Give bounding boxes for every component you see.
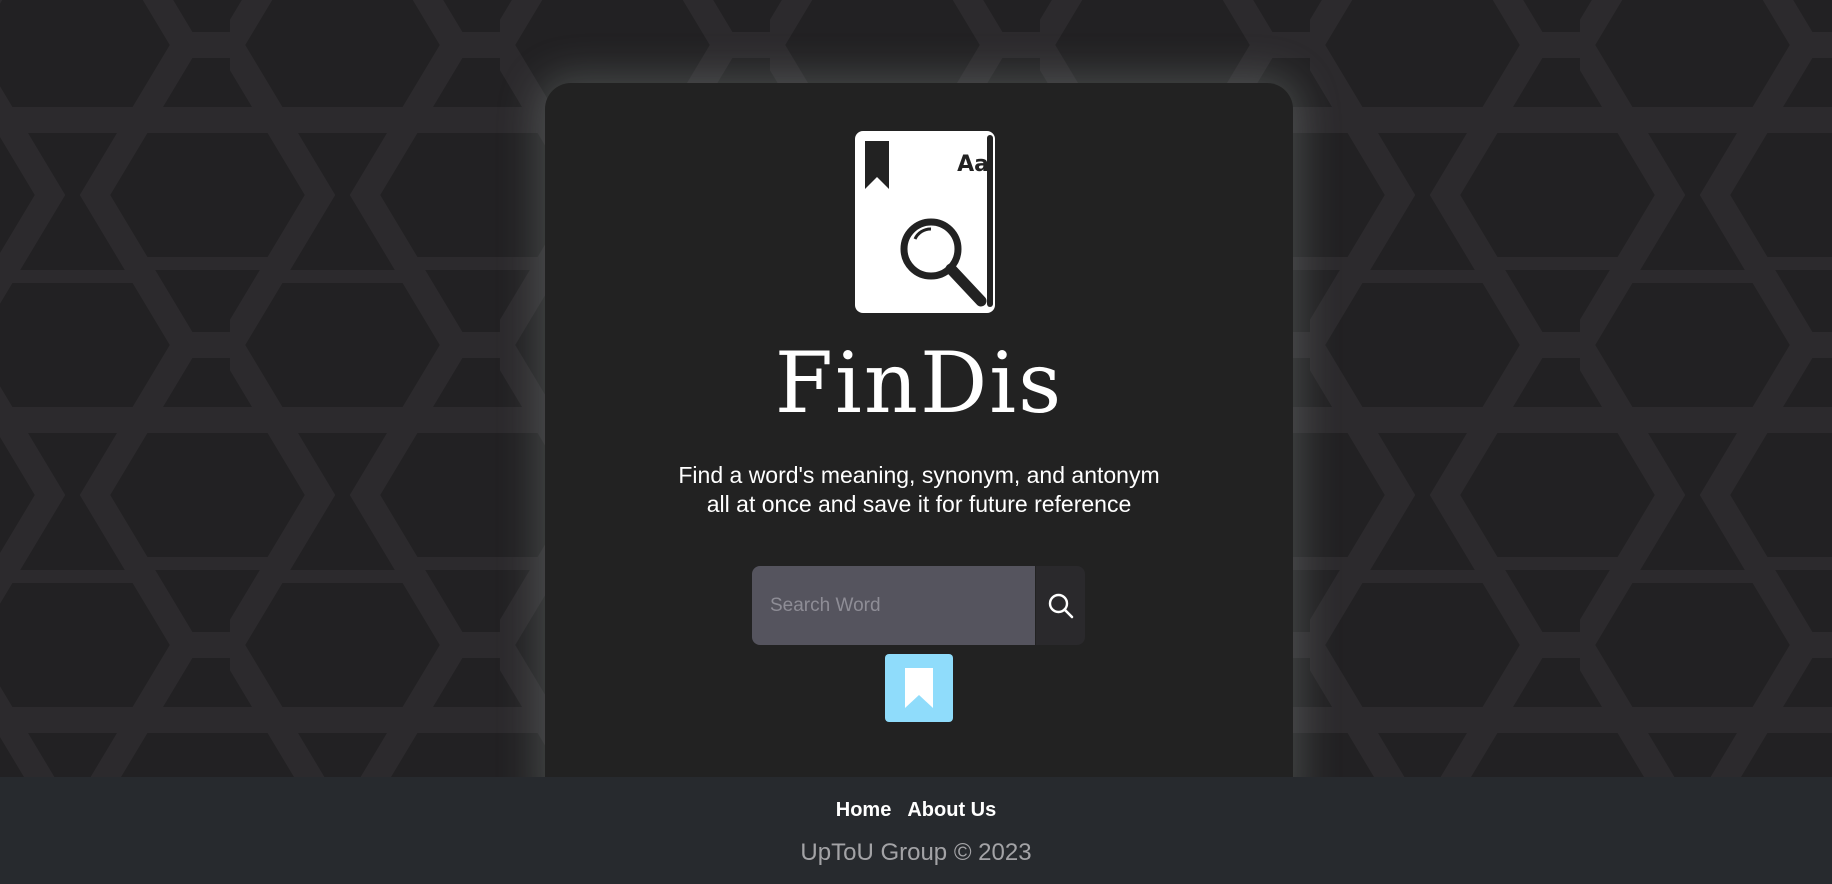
search-bar	[752, 566, 1085, 645]
book-label: Aa	[957, 152, 989, 177]
brand-name: FinDis	[774, 334, 1064, 432]
footer-nav: Home About Us	[0, 799, 1832, 822]
copyright-text: UpToU Group © 2023	[800, 839, 1032, 866]
footer-link-about-us[interactable]: About Us	[907, 799, 996, 822]
main-card: Aa FinDis Find a word's meaning, synonym…	[545, 83, 1293, 803]
tagline: Find a word's meaning, synonym, and anto…	[545, 461, 1293, 519]
search-button[interactable]	[1036, 566, 1085, 645]
footer: Home About Us UpToU Group © 2023	[0, 777, 1832, 884]
bookmark-icon	[905, 668, 933, 708]
tagline-line-2: all at once and save it for future refer…	[706, 491, 1132, 517]
tagline-line-1: Find a word's meaning, synonym, and anto…	[678, 462, 1160, 488]
search-icon	[1048, 593, 1073, 618]
footer-link-home[interactable]: Home	[836, 799, 892, 822]
search-input[interactable]	[752, 566, 1036, 645]
dictionary-book-magnifier-icon: Aa	[851, 129, 999, 319]
bookmark-button[interactable]	[885, 654, 953, 722]
